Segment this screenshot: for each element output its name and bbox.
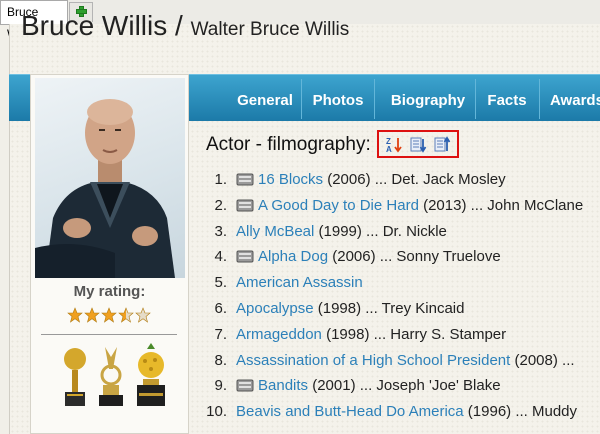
star-icon[interactable] [135,307,151,323]
awards-icons [64,343,165,406]
film-title-link[interactable]: A Good Day to Die Hard [258,197,419,214]
film-year: (1996) [463,403,512,421]
film-entry: Assassination of a High School President… [236,350,575,372]
filmography-heading: Actor - filmography: [206,134,371,155]
film-role: ... Harry S. Stamper [369,325,507,343]
sort-alpha-icon[interactable]: Z A [386,136,403,153]
golden-globe-icon [64,348,86,406]
my-rating-label: My rating: [73,283,146,300]
film-role: ... Joseph 'Joe' Blake [355,377,501,395]
film-row: 10. Beavis and Butt-Head Do America (1996… [200,401,600,423]
nav-awards-label: Awards [550,92,600,109]
film-title-link[interactable]: Apocalypse [236,300,314,317]
profile-photo[interactable] [35,78,185,278]
film-title-link[interactable]: 16 Blocks [258,171,323,188]
film-entry: 16 Blocks (2006) ... Det. Jack Mosley [236,169,506,191]
film-number: 4. [214,248,227,266]
film-number: 2. [214,196,227,214]
film-number: 10. [206,403,227,421]
nav-photos[interactable]: Photos [302,75,374,121]
person-name: Bruce Willis [21,10,168,41]
film-role: ... Trey Kincaid [361,300,465,317]
nav-biography-label: Biography [390,92,466,109]
film-reel-icon [236,172,254,187]
film-entry: A Good Day to Die Hard (2013) ... John M… [236,195,583,217]
film-number: 1. [214,171,227,188]
film-year: (2006) [328,248,376,266]
film-title-link[interactable]: Ally McBeal [236,223,314,240]
star-icon[interactable] [67,307,83,323]
film-entry: Alpha Dog (2006) ... Sonny Truelove [236,246,501,268]
star-rating[interactable] [67,307,157,325]
film-number: 5. [214,274,227,292]
film-year: (1998) [321,325,370,343]
film-title-link[interactable]: Alpha Dog [258,248,328,265]
film-year: (2013) [418,196,467,214]
star-icon[interactable] [118,307,134,323]
nav-facts-label: Facts [487,92,527,109]
nav-awards[interactable]: Awards [540,75,600,121]
film-number: 6. [214,300,227,317]
sort-controls: Z A [377,130,459,158]
film-title-link[interactable]: Assassination of a High School President [236,352,510,369]
film-row: 8. Assassination of a High School Preside… [200,350,600,372]
film-role: ... Sonny Truelove [375,248,501,266]
film-year: (2001) [308,377,356,395]
film-row: 1. 16 Blocks (2006) ... Det. Jack Mosley [200,169,600,191]
sort-ascending-icon[interactable] [434,136,451,153]
film-role: ... Dr. Nickle [361,222,447,240]
film-entry: Beavis and Butt-Head Do America (1996) .… [236,401,577,423]
razzie-icon [137,343,165,406]
profile-card: My rating: [30,74,189,434]
nav-general-label: General [237,92,293,109]
star-icon[interactable] [84,307,100,323]
film-number: 7. [214,325,227,343]
film-reel-icon [236,378,254,393]
film-number: 3. [214,222,227,240]
page-title: Bruce Willis / Walter Bruce Willis [21,10,349,42]
film-year: (1999) [314,222,362,240]
film-row: 7. Armageddon (1998) ... Harry S. Stamper [200,324,600,346]
film-number: 9. [214,377,227,395]
film-number: 8. [214,351,227,369]
nav-biography[interactable]: Biography [375,75,481,121]
film-role: ... Muddy [511,403,578,421]
film-entry: Bandits (2001) ... Joseph 'Joe' Blake [236,375,501,397]
film-entry: Ally McBeal (1999) ... Dr. Nickle [236,221,447,243]
film-entry: Armageddon (1998) ... Harry S. Stamper [236,324,506,346]
film-row: 2. A Good Day to Die Hard (2013) ... John… [200,195,600,217]
card-divider [41,334,177,335]
film-role: ... Det. Jack Mosley [370,171,506,188]
film-row: 9. Bandits (2001) ... Joseph 'Joe' Blake [200,375,600,397]
film-year: (2006) [323,171,371,188]
film-reel-icon [236,249,254,264]
person-full-name: Walter Bruce Willis [190,19,350,40]
nav-facts[interactable]: Facts [476,75,538,121]
nav-general[interactable]: General [220,75,310,121]
sort-descending-icon[interactable] [410,136,427,153]
star-icon[interactable] [101,307,117,323]
film-row: 5. American Assassin [200,272,600,294]
svg-text:A: A [386,145,392,153]
film-entry: American Assassin [236,272,363,294]
film-title-link[interactable]: Armageddon [236,326,322,343]
emmy-icon [99,347,123,406]
film-row: 3. Ally McBeal (1999) ... Dr. Nickle [200,221,600,243]
film-year: (2008) [510,351,558,369]
actor-portrait-image [35,99,175,278]
film-row: 6. Apocalypse (1998) ... Trey Kincaid [200,298,600,320]
film-year: (1998) [313,300,362,317]
film-reel-icon [236,198,254,213]
film-role: ... [557,351,575,369]
film-role: ... John McClane [466,196,584,214]
film-row: 4. Alpha Dog (2006) ... Sonny Truelove [200,246,600,268]
film-entry: Apocalypse (1998) ... Trey Kincaid [236,298,464,320]
film-title-link[interactable]: American Assassin [236,274,363,291]
film-title-link[interactable]: Bandits [258,377,308,394]
nav-photos-label: Photos [312,92,364,109]
title-separator: / [175,10,183,41]
film-title-link[interactable]: Beavis and Butt-Head Do America [236,403,464,420]
